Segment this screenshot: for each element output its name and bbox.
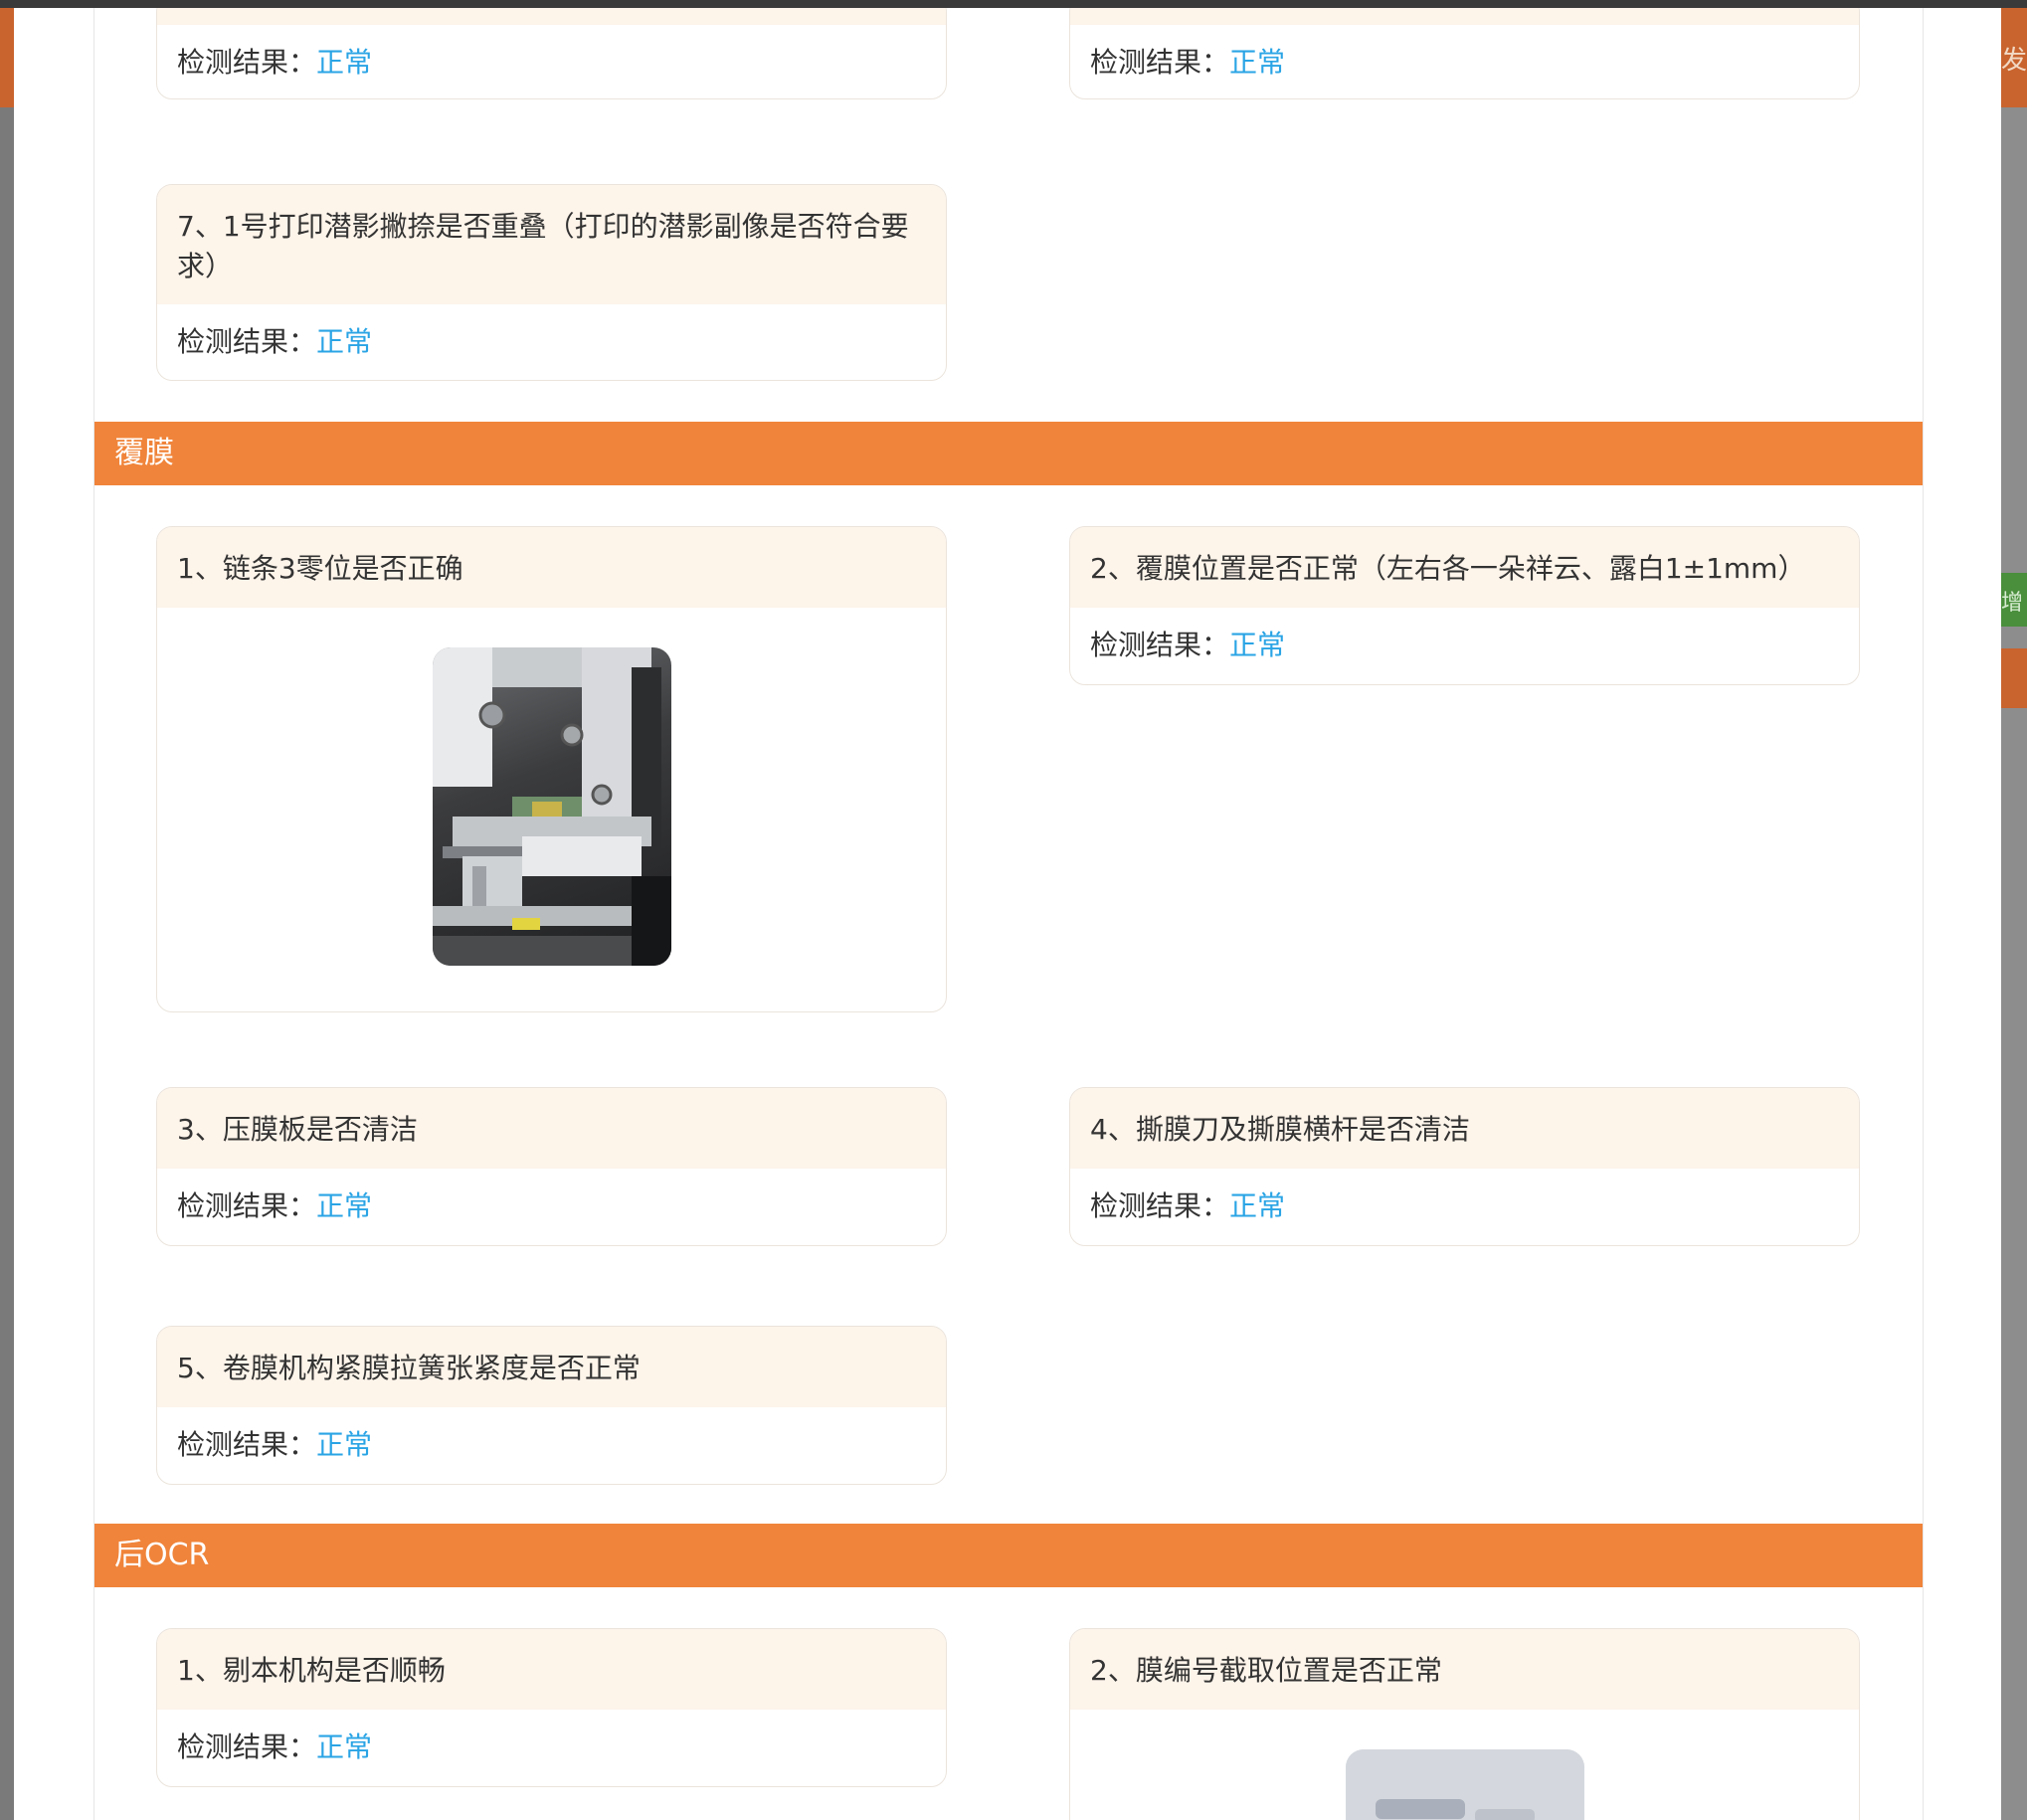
item-title: 7、1号打印潜影撇捺是否重叠（打印的潜影副像是否符合要求） <box>157 185 946 304</box>
result-label: 检测结果： <box>177 1428 317 1461</box>
item-title: 2、膜编号截取位置是否正常 <box>1070 1629 1859 1710</box>
result-label: 检测结果： <box>1090 1189 1230 1222</box>
result-label: 检测结果： <box>177 1189 317 1222</box>
print-item-7-card: 7、1号打印潜影撇捺是否重叠（打印的潜影副像是否符合要求） 检测结果：正常 <box>156 184 947 381</box>
section-header-post-ocr: 后OCR <box>94 1524 1923 1587</box>
result-value: 正常 <box>1229 1189 1286 1222</box>
result-value: 正常 <box>316 1189 373 1222</box>
lamination-item-4-card: 4、撕膜刀及撕膜横杆是否清洁 检测结果：正常 <box>1069 1087 1860 1246</box>
item-title: 4、撕膜刀及撕膜横杆是否清洁 <box>1070 1088 1859 1169</box>
lamination-item-1-card: 1、链条3零位是否正确 <box>156 526 947 1012</box>
lamination-item-3-card: 3、压膜板是否清洁 检测结果：正常 <box>156 1087 947 1246</box>
item-title: 3、压膜板是否清洁 <box>157 1088 946 1169</box>
post-ocr-item-2-card: 2、膜编号截取位置是否正常 <box>1069 1628 1860 1820</box>
result-value: 正常 <box>1229 46 1286 79</box>
result-label: 检测结果： <box>177 1730 317 1763</box>
card-head-partial <box>1070 8 1859 25</box>
post-ocr-item-1-card: 1、剔本机构是否顺畅 检测结果：正常 <box>156 1628 947 1787</box>
result-value: 正常 <box>316 1428 373 1461</box>
background-zeng-glyph: 增 <box>2001 591 2024 616</box>
browser-top-bar <box>0 0 2027 8</box>
inspection-content[interactable]: 检测结果：正常 检测结果：正常 7、1号打印潜影撇捺是否重叠（打印的潜影副像是否… <box>93 8 1924 1820</box>
result-label: 检测结果： <box>1090 46 1230 79</box>
result-value: 正常 <box>316 325 373 358</box>
card-head-partial <box>157 8 946 25</box>
item-title: 5、卷膜机构紧膜拉簧张紧度是否正常 <box>157 1327 946 1407</box>
film-number-photo[interactable] <box>1345 1749 1584 1820</box>
background-page-right <box>2001 8 2027 1820</box>
result-value: 正常 <box>1229 629 1286 661</box>
background-table-header <box>2001 648 2027 708</box>
lamination-item-2-card: 2、覆膜位置是否正常（左右各一朵祥云、露白1±1mm） 检测结果：正常 <box>1069 526 1860 685</box>
item-title: 1、链条3零位是否正确 <box>157 527 946 608</box>
machine-photo[interactable] <box>432 647 671 966</box>
background-fa-glyph: 发 <box>2001 46 2027 76</box>
background-page-left <box>0 8 14 1820</box>
background-header-left <box>0 8 14 107</box>
section-header-lamination: 覆膜 <box>94 422 1923 485</box>
print-item-6-card: 检测结果：正常 <box>1069 8 1860 99</box>
result-label: 检测结果： <box>1090 629 1230 661</box>
result-value: 正常 <box>316 1730 373 1763</box>
machine-photo-drawing <box>432 647 671 966</box>
print-item-5-card: 检测结果：正常 <box>156 8 947 99</box>
item-title: 2、覆膜位置是否正常（左右各一朵祥云、露白1±1mm） <box>1070 527 1859 608</box>
result-label: 检测结果： <box>177 46 317 79</box>
film-number-photo-drawing <box>1345 1749 1584 1820</box>
lamination-item-5-card: 5、卷膜机构紧膜拉簧张紧度是否正常 检测结果：正常 <box>156 1326 947 1485</box>
inspection-modal: 检测结果：正常 检测结果：正常 7、1号打印潜影撇捺是否重叠（打印的潜影副像是否… <box>14 8 2001 1820</box>
result-label: 检测结果： <box>177 325 317 358</box>
item-title: 1、剔本机构是否顺畅 <box>157 1629 946 1710</box>
result-value: 正常 <box>316 46 373 79</box>
